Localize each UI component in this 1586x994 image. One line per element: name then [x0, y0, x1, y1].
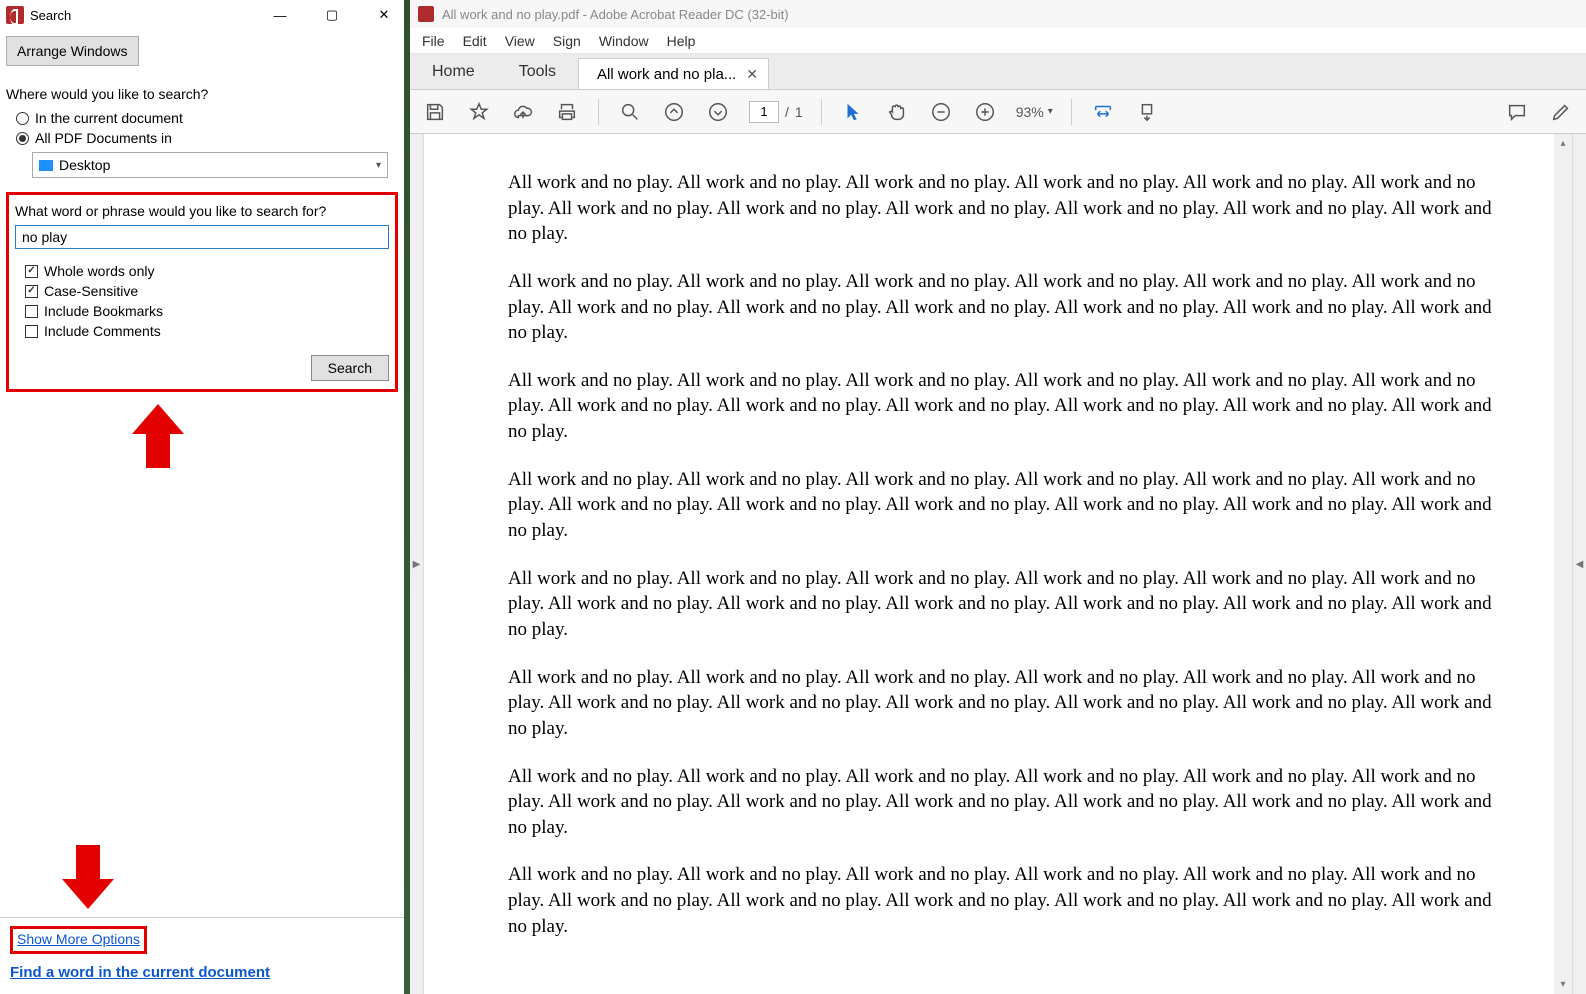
page-down-icon[interactable]: [705, 99, 731, 125]
separator: [821, 99, 822, 125]
star-icon[interactable]: [466, 99, 492, 125]
pointer-icon[interactable]: [840, 99, 866, 125]
where-search-label: Where would you like to search?: [6, 86, 398, 102]
print-icon[interactable]: [554, 99, 580, 125]
arrow-up-icon: [132, 404, 184, 468]
location-value: Desktop: [59, 157, 110, 173]
chk-case-label: Case-Sensitive: [44, 283, 138, 299]
radio-current-document[interactable]: In the current document: [16, 110, 398, 126]
minimize-button[interactable]: —: [266, 5, 294, 25]
zoom-out-icon[interactable]: [928, 99, 954, 125]
search-icon[interactable]: [617, 99, 643, 125]
chk-bookmarks-label: Include Bookmarks: [44, 303, 163, 319]
page-input[interactable]: [749, 101, 779, 123]
left-panel-expander[interactable]: ▶: [410, 134, 424, 994]
search-button[interactable]: Search: [311, 355, 389, 381]
highlight-show-more: Show More Options: [10, 926, 147, 954]
separator: [598, 99, 599, 125]
tab-tools[interactable]: Tools: [497, 54, 578, 89]
cloud-icon[interactable]: [510, 99, 536, 125]
chevron-down-icon: ▾: [1048, 106, 1053, 117]
checkbox-case-sensitive[interactable]: Case-Sensitive: [25, 283, 389, 299]
comment-icon[interactable]: [1504, 99, 1530, 125]
separator: [1071, 99, 1072, 125]
scroll-up-icon[interactable]: ▴: [1560, 138, 1565, 149]
checkbox-include-bookmarks[interactable]: Include Bookmarks: [25, 303, 389, 319]
paragraph: All work and no play. All work and no pl…: [508, 764, 1494, 841]
scroll-down-icon[interactable]: ▾: [1560, 979, 1565, 990]
acrobat-window: All work and no play.pdf - Adobe Acrobat…: [410, 0, 1586, 994]
save-icon[interactable]: [422, 99, 448, 125]
menu-bar: File Edit View Sign Window Help: [410, 28, 1586, 54]
show-more-options-link[interactable]: Show More Options: [17, 931, 140, 947]
checkbox-icon: [25, 265, 38, 278]
checkbox-icon: [25, 305, 38, 318]
chk-whole-label: Whole words only: [44, 263, 155, 279]
hand-icon[interactable]: [884, 99, 910, 125]
menu-edit[interactable]: Edit: [463, 33, 487, 49]
right-panel-expander[interactable]: ◀: [1572, 134, 1586, 994]
paragraph: All work and no play. All work and no pl…: [508, 665, 1494, 742]
search-window-title: Search: [30, 8, 71, 23]
paragraph: All work and no play. All work and no pl…: [508, 368, 1494, 445]
search-titlebar: Search — ▢ ✕: [0, 0, 404, 30]
fit-width-icon[interactable]: [1090, 99, 1116, 125]
tab-bar: Home Tools All work and no pla... ✕: [410, 54, 1586, 90]
highlight-search-options: What word or phrase would you like to se…: [6, 192, 398, 392]
toolbar: / 1 93% ▾: [410, 90, 1586, 134]
arrow-down-icon: [62, 845, 114, 909]
paragraph: All work and no play. All work and no pl…: [508, 566, 1494, 643]
zoom-level[interactable]: 93% ▾: [1016, 104, 1053, 120]
document-page[interactable]: All work and no play. All work and no pl…: [424, 134, 1554, 994]
adobe-app-icon: [6, 6, 24, 24]
find-word-link[interactable]: Find a word in the current document: [10, 964, 270, 981]
radio-all-pdf[interactable]: All PDF Documents in: [16, 130, 398, 146]
highlight-pen-icon[interactable]: [1548, 99, 1574, 125]
acrobat-window-title: All work and no play.pdf - Adobe Acrobat…: [442, 7, 789, 22]
checkbox-include-comments[interactable]: Include Comments: [25, 323, 389, 339]
page-total: 1: [795, 104, 803, 120]
vertical-scrollbar[interactable]: ▴▾: [1554, 134, 1572, 994]
zoom-value: 93%: [1016, 104, 1044, 120]
document-area: ▶ All work and no play. All work and no …: [410, 134, 1586, 994]
tab-document[interactable]: All work and no pla... ✕: [578, 58, 769, 89]
page-sep: /: [785, 104, 789, 120]
location-dropdown[interactable]: Desktop ▾: [32, 152, 388, 178]
zoom-in-icon[interactable]: [972, 99, 998, 125]
checkbox-icon: [25, 325, 38, 338]
radio-allpdf-label: All PDF Documents in: [35, 130, 172, 146]
search-window: Search — ▢ ✕ Arrange Windows Where would…: [0, 0, 404, 994]
paragraph: All work and no play. All work and no pl…: [508, 269, 1494, 346]
maximize-button[interactable]: ▢: [318, 5, 346, 25]
checkbox-whole-words[interactable]: Whole words only: [25, 263, 389, 279]
checkbox-icon: [25, 285, 38, 298]
menu-view[interactable]: View: [505, 33, 535, 49]
menu-help[interactable]: Help: [667, 33, 696, 49]
paragraph: All work and no play. All work and no pl…: [508, 862, 1494, 939]
arrange-windows-button[interactable]: Arrange Windows: [6, 36, 139, 66]
menu-file[interactable]: File: [422, 33, 445, 49]
scroll-mode-icon[interactable]: [1134, 99, 1160, 125]
page-up-icon[interactable]: [661, 99, 687, 125]
paragraph: All work and no play. All work and no pl…: [508, 170, 1494, 247]
radio-current-label: In the current document: [35, 110, 183, 126]
tab-close-icon[interactable]: ✕: [746, 66, 758, 83]
page-number: / 1: [749, 101, 803, 123]
chevron-down-icon: ▾: [376, 160, 381, 171]
paragraph: All work and no play. All work and no pl…: [508, 467, 1494, 544]
chk-comments-label: Include Comments: [44, 323, 161, 339]
search-content: Arrange Windows Where would you like to …: [0, 30, 404, 994]
acrobat-titlebar: All work and no play.pdf - Adobe Acrobat…: [410, 0, 1586, 28]
what-search-label: What word or phrase would you like to se…: [15, 203, 389, 219]
tab-document-label: All work and no pla...: [597, 66, 736, 83]
menu-window[interactable]: Window: [599, 33, 649, 49]
close-button[interactable]: ✕: [370, 5, 398, 25]
radio-icon: [16, 112, 29, 125]
radio-icon: [16, 132, 29, 145]
pdf-file-icon: [418, 6, 434, 22]
menu-sign[interactable]: Sign: [553, 33, 581, 49]
search-input[interactable]: [15, 225, 389, 249]
tab-home[interactable]: Home: [410, 54, 497, 89]
folder-icon: [39, 160, 53, 171]
